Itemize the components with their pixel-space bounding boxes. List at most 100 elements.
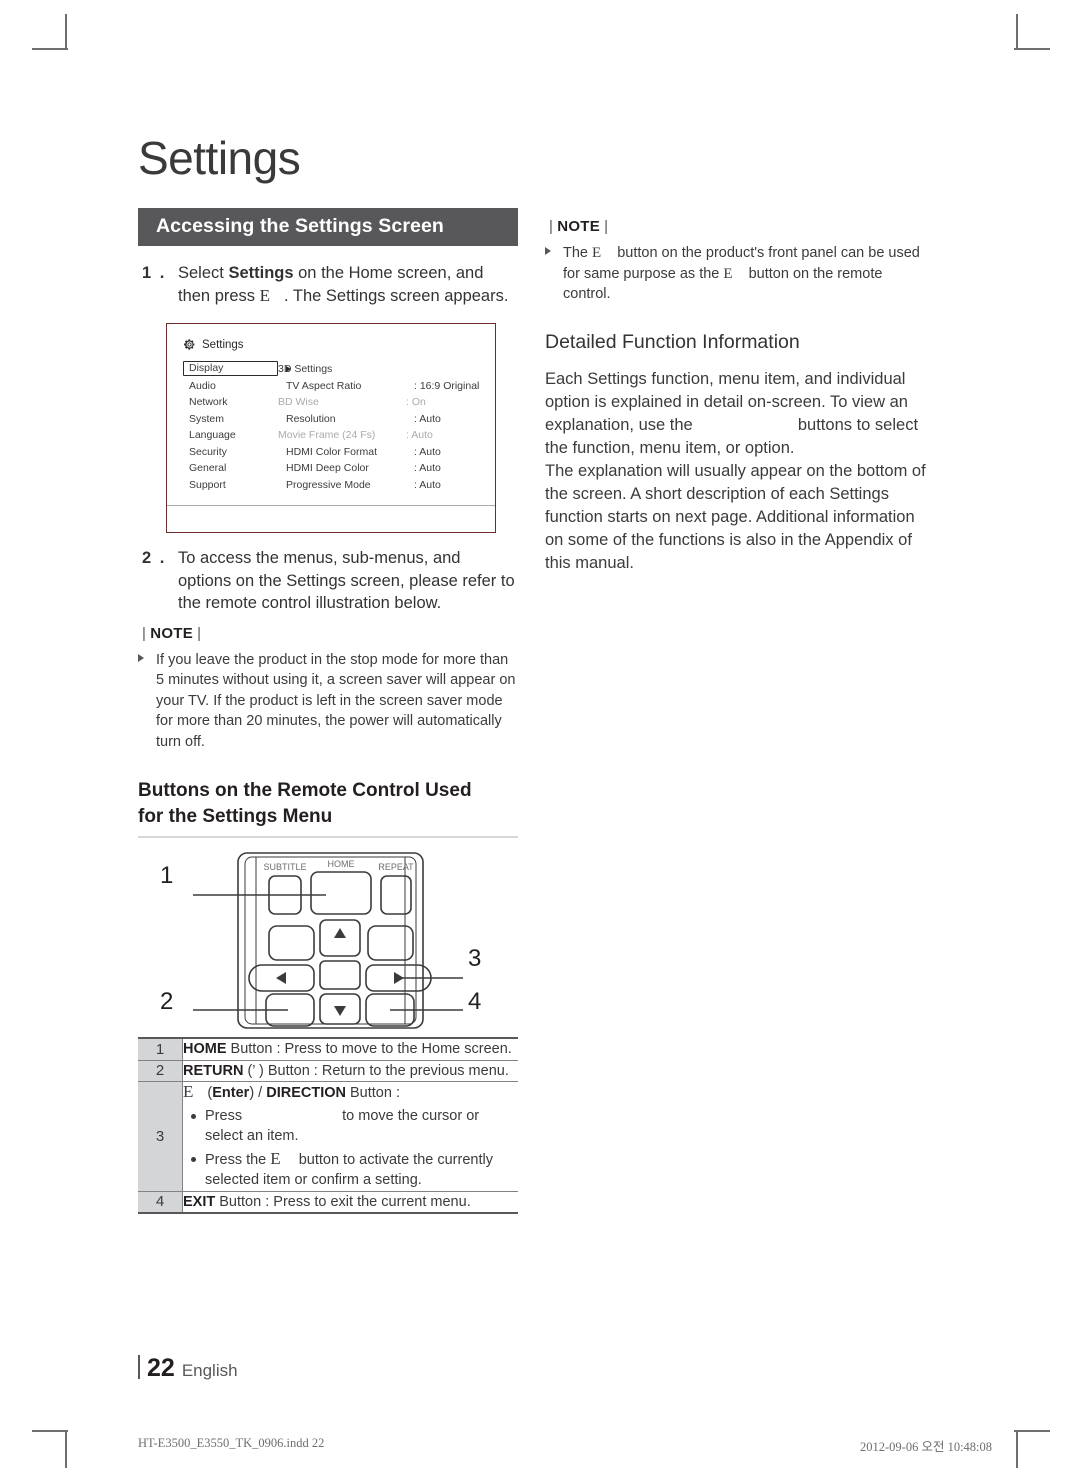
settings-screen-mockup: Settings Display 3D Settings Audio TV Aspec… (166, 323, 496, 533)
settings-category-security[interactable]: Security (183, 444, 278, 461)
crop-mark-bottom-right-vertical (1016, 1432, 1018, 1468)
settings-mock-rows: Display 3D Settings Audio TV Aspect Ratio: … (183, 361, 483, 493)
settings-menu-value: : On (406, 396, 426, 408)
note-right-bullet-triangle-icon (545, 243, 563, 305)
enter-glyph-icon-front: E (592, 245, 602, 261)
remote-heading-line-1: Buttons on the Remote Control Used (138, 780, 472, 801)
settings-mock-row: Support Progressive Mode: Auto (183, 477, 483, 494)
settings-menu-item[interactable]: TV Aspect Ratio (278, 378, 414, 395)
settings-category-support[interactable]: Support (183, 477, 278, 494)
settings-category-network[interactable]: Network (183, 394, 278, 411)
step-1-number: 1 . (142, 264, 167, 282)
page-title: Settings (138, 132, 301, 184)
crop-mark-bottom-left-vertical (65, 1432, 67, 1468)
left-column: Accessing the Settings Screen 1 . Select… (138, 208, 518, 1214)
direction-label: DIRECTION (266, 1085, 346, 1101)
crop-mark-top-left-vertical (65, 14, 67, 50)
remote-heading-rule (138, 836, 518, 838)
note-right-text-a: The (563, 245, 593, 261)
button-name: HOME (183, 1041, 227, 1057)
remote-label-repeat: REPEAT (378, 862, 414, 872)
settings-mock-title: Settings (202, 338, 244, 351)
enter-glyph-icon: E (270, 1148, 281, 1168)
chevron-right-icon (286, 366, 291, 372)
step-1-text: Select Settings on the Home screen, and … (178, 262, 518, 307)
print-footer-left: HT-E3500_E3550_TK_0906.indd 22 (138, 1436, 325, 1450)
detailed-function-title: Detailed Function Information (545, 330, 800, 353)
section-banner: Accessing the Settings Screen (138, 208, 518, 246)
print-footer-right: 2012-09-06 오전 10:48:08 (860, 1440, 993, 1454)
table-row: 4 EXIT Button : Press to exit the current… (138, 1191, 518, 1213)
settings-menu-value (406, 361, 483, 378)
settings-menu-item[interactable]: Resolution (278, 411, 414, 428)
settings-menu-item[interactable]: 3D Settings (278, 361, 406, 378)
settings-category-audio[interactable]: Audio (183, 378, 278, 395)
button-name: RETURN (183, 1062, 244, 1079)
settings-category-language[interactable]: Language (183, 427, 278, 444)
settings-category-system[interactable]: System (183, 411, 278, 428)
folio-bar (138, 1355, 140, 1379)
settings-mock-row: System Resolution: Auto (183, 411, 483, 428)
note-right-bar-close: | (604, 218, 609, 235)
table-row-description: E (Enter) / DIRECTION Button : Press to mo… (182, 1081, 518, 1192)
settings-menu-value: : Auto (406, 429, 433, 441)
detailed-paragraph-1: Each Settings function, menu item, and i… (545, 368, 930, 460)
settings-menu-value: : 16:9 Original (414, 379, 480, 392)
crop-mark-top-right-vertical (1016, 14, 1018, 50)
settings-menu-value: : Auto (414, 412, 441, 425)
settings-menu-value: : Auto (414, 478, 441, 491)
right-column: | NOTE | The E button on the product's fro… (545, 208, 930, 575)
settings-menu-value: : Auto (414, 462, 441, 474)
folio-number: 22 (147, 1354, 175, 1382)
note-right-text: The E button on the product's front pane… (563, 243, 930, 305)
settings-mock-footer-strip (167, 505, 495, 532)
note-left-text: If you leave the product in the stop mod… (156, 651, 516, 750)
arrow-down-icon (334, 1006, 346, 1016)
table-row-description: RETURN (’ ) Button : Return to the previ… (182, 1060, 518, 1082)
settings-menu-item[interactable]: Progressive Mode (278, 477, 414, 494)
remote-heading-line-2: for the Settings Menu (138, 806, 333, 827)
settings-category-display[interactable]: Display (183, 361, 291, 376)
settings-menu-item[interactable]: HDMI Deep Color (278, 460, 414, 477)
enter-label: Enter (212, 1085, 250, 1101)
callout-2: 2 (160, 988, 174, 1015)
arrow-right-icon (394, 972, 404, 984)
table-row-heading: E (Enter) / DIRECTION Button : (183, 1082, 400, 1101)
table-row-number: 2 (138, 1060, 183, 1082)
step-1: 1 . Select Settings on the Home screen, … (138, 262, 518, 307)
note-left-bar-close: | (197, 624, 202, 642)
remote-control-illustration: 1 2 3 4 SUBTITLE HOME REPEAT (138, 848, 518, 1033)
note-left-item: If you leave the product in the stop mod… (138, 650, 518, 753)
arrow-left-icon (276, 972, 286, 984)
settings-menu-item[interactable]: HDMI Color Format (278, 444, 414, 461)
list-item: Press the E button to activate the curre… (183, 1149, 518, 1191)
detailed-paragraph-2: The explanation will usually appear on t… (545, 461, 926, 572)
arrow-up-icon (334, 928, 346, 938)
settings-menu-value: : Auto (414, 445, 441, 458)
table-row-number: 4 (138, 1191, 183, 1213)
remote-label-subtitle: SUBTITLE (263, 862, 306, 872)
note-left-label-text: NOTE (150, 624, 194, 642)
remote-section-heading: Buttons on the Remote Control Used for t… (138, 778, 518, 830)
settings-menu-item[interactable]: Movie Frame (24 Fs) (278, 427, 406, 444)
enter-glyph-icon: E (183, 1082, 194, 1101)
table-row-number: 3 (138, 1081, 183, 1192)
crop-mark-top-right-horizontal (1014, 48, 1050, 50)
settings-mock-header: Settings (183, 338, 483, 351)
remote-label-home: HOME (328, 859, 355, 869)
settings-mock-row: General HDMI Deep Color: Auto (183, 460, 483, 477)
note-right-item: The E button on the product's front pane… (545, 243, 930, 305)
settings-mock-row: Network BD Wise: On (183, 394, 483, 411)
settings-mock-row: Display 3D Settings (183, 361, 483, 378)
table-row-description: EXIT Button : Press to exit the current … (183, 1193, 471, 1210)
table-row-number: 1 (138, 1038, 183, 1061)
settings-mock-row: Language Movie Frame (24 Fs): Auto (183, 427, 483, 444)
table-row: 2 RETURN (’ ) Button : Return to the prev… (138, 1060, 518, 1082)
settings-menu-item[interactable]: BD Wise (278, 394, 406, 411)
crop-mark-top-left-horizontal (32, 48, 68, 50)
step-1-text-a: Select (178, 264, 229, 282)
note-right-label: | NOTE | (545, 218, 930, 235)
table-sub-bullets: Press to move the cursor or select an it… (183, 1106, 518, 1191)
note-left-label: | NOTE | (138, 625, 518, 642)
settings-category-general[interactable]: General (183, 460, 278, 477)
